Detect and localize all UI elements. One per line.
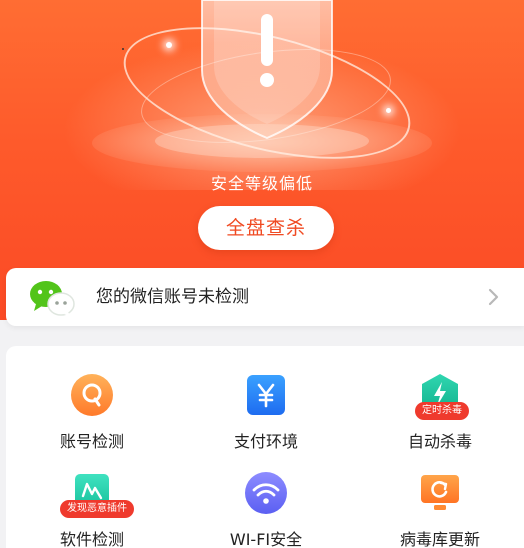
chevron-right-icon xyxy=(486,288,502,306)
timed-antivirus-badge: 定时杀毒 xyxy=(415,402,469,420)
wechat-check-card[interactable]: 您的微信账号未检测 xyxy=(6,268,524,326)
wifi-icon xyxy=(243,470,289,516)
feature-software-check[interactable]: 发现恶意插件 软件检测 xyxy=(12,470,172,548)
feature-label: 病毒库更新 xyxy=(399,530,480,548)
feature-payment-environment[interactable]: 支付环境 xyxy=(186,372,346,462)
sparkle xyxy=(166,42,172,48)
wechat-status-text: 您的微信账号未检测 xyxy=(96,287,249,307)
feature-auto-antivirus[interactable]: 定时杀毒 自动杀毒 xyxy=(360,372,520,462)
sparkle xyxy=(386,108,391,113)
warning-shield-icon xyxy=(200,0,334,140)
safety-level-text: 安全等级偏低 xyxy=(210,174,313,193)
feature-label: 自动杀毒 xyxy=(407,432,472,451)
monitor-refresh-icon xyxy=(417,470,463,516)
feature-wifi-security[interactable]: WI-FI安全 xyxy=(186,470,346,548)
feature-account-check[interactable]: 账号检测 xyxy=(12,372,172,462)
feature-label: WI-FI安全 xyxy=(229,530,303,548)
feature-grid: 账号检测 支付环境 定时杀毒 自动杀毒 发现恶意插件 软件检测 WI-FI安全 … xyxy=(6,346,524,548)
magnifier-icon xyxy=(69,372,115,418)
feature-label: 账号检测 xyxy=(59,432,124,451)
yuan-icon xyxy=(243,372,289,418)
feature-label: 支付环境 xyxy=(233,432,298,451)
malicious-plugin-badge: 发现恶意插件 xyxy=(60,500,134,518)
feature-label: 软件检测 xyxy=(59,530,124,548)
wechat-icon xyxy=(28,278,76,318)
security-app-screen: 安全等级偏低 全盘查杀 您的微信账号未检测 账号检测 支付环境 定时杀毒 自动杀… xyxy=(0,0,524,548)
full-scan-button[interactable]: 全盘查杀 xyxy=(198,206,334,250)
feature-virus-db-update[interactable]: 病毒库更新 xyxy=(360,470,520,548)
